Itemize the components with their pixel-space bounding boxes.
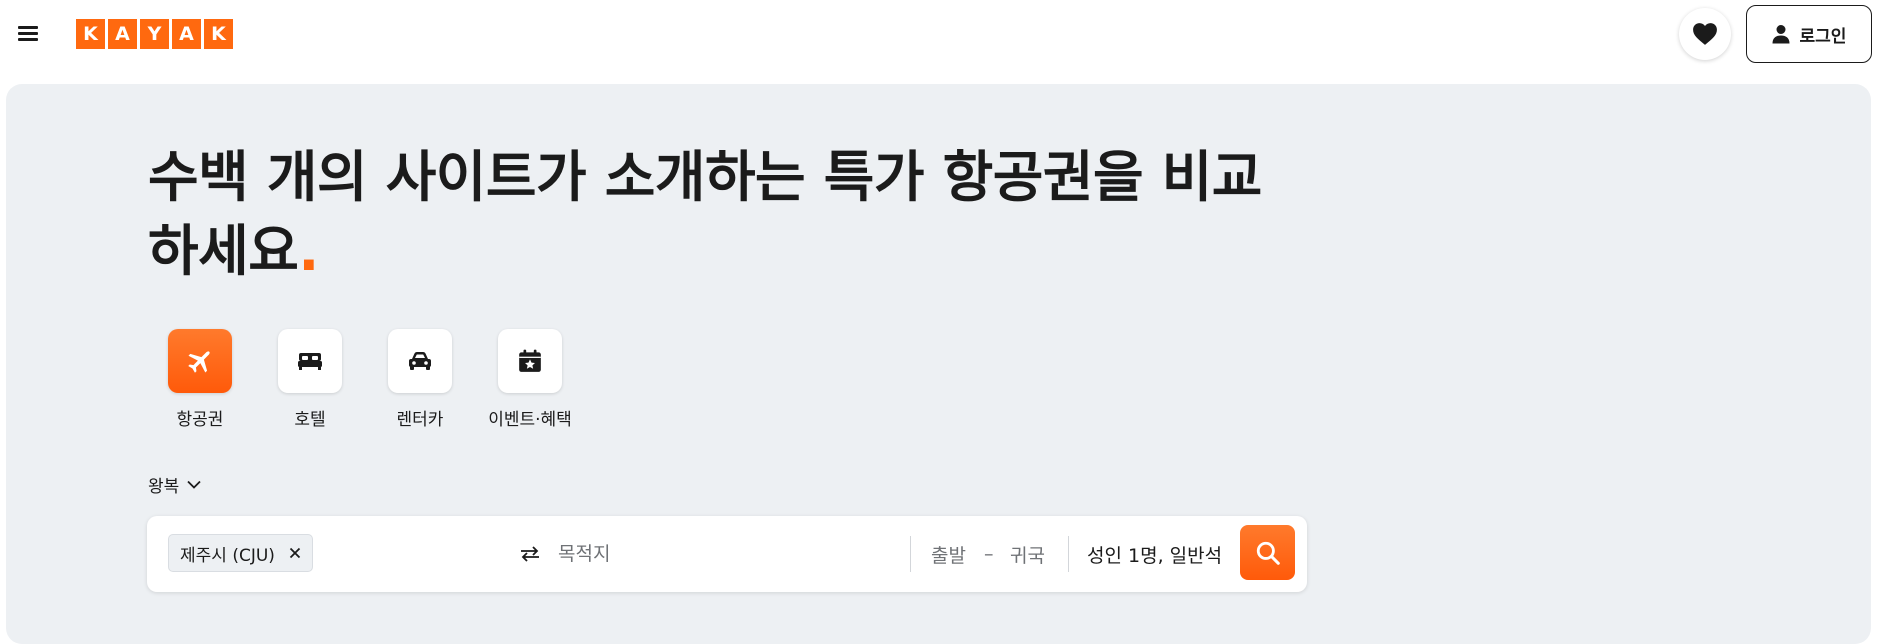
origin-label: 제주시 (CJU) xyxy=(180,545,275,566)
tab-flights[interactable]: 항공권 xyxy=(145,329,255,430)
menu-icon[interactable] xyxy=(14,22,40,44)
tab-hotels[interactable]: 호텔 xyxy=(255,329,365,430)
logo-letter: Y xyxy=(140,19,169,49)
favorites-button[interactable] xyxy=(1679,8,1731,60)
close-icon[interactable] xyxy=(289,547,301,559)
headline-line1: 수백 개의 사이트가 소개하는 특가 항공권을 비교 xyxy=(148,145,1262,209)
tab-flights-tile xyxy=(168,329,232,393)
headline-dot: . xyxy=(298,219,319,283)
logo-letter: K xyxy=(204,19,233,49)
swap-button[interactable] xyxy=(516,540,544,568)
tab-events-tile xyxy=(498,329,562,393)
person-icon xyxy=(1772,25,1790,44)
headline-line2: 하세요 xyxy=(148,219,299,283)
tab-events[interactable]: 이벤트·혜택 xyxy=(475,329,585,430)
hero-section: 수백 개의 사이트가 소개하는 특가 항공권을 비교 하세요. 항공권 호텔 렌… xyxy=(6,84,1871,644)
bed-icon xyxy=(298,353,322,370)
divider xyxy=(1068,536,1069,572)
depart-date-field[interactable]: 출발 xyxy=(931,536,966,572)
heart-icon xyxy=(1693,23,1717,45)
login-button[interactable]: 로그인 xyxy=(1746,5,1872,63)
destination-input[interactable] xyxy=(558,536,898,572)
swap-arrows-icon xyxy=(521,546,539,562)
search-button[interactable] xyxy=(1240,525,1295,580)
search-icon xyxy=(1256,541,1280,565)
trip-type-dropdown[interactable]: 왕복 xyxy=(148,472,201,497)
car-icon xyxy=(409,352,431,370)
page-title: 수백 개의 사이트가 소개하는 특가 항공권을 비교 하세요. xyxy=(148,140,1328,288)
chevron-down-icon xyxy=(187,480,201,489)
login-label: 로그인 xyxy=(1799,26,1847,47)
top-header: K A Y A K 로그인 xyxy=(0,0,1877,70)
kayak-logo[interactable]: K A Y A K xyxy=(76,19,233,49)
date-separator: – xyxy=(984,543,994,565)
passengers-label: 성인 1명, 일반석 xyxy=(1087,544,1223,567)
tab-cars-label: 렌터카 xyxy=(396,410,444,430)
calendar-star-icon xyxy=(519,349,541,372)
return-date-field[interactable]: 귀국 xyxy=(1010,536,1045,572)
depart-date-label: 출발 xyxy=(931,544,966,567)
trip-type-label: 왕복 xyxy=(148,477,180,497)
logo-letter: A xyxy=(108,19,137,49)
divider xyxy=(910,536,911,572)
flight-search-form: 제주시 (CJU) 출발 – 귀국 성인 1명, 일반석 xyxy=(147,516,1307,592)
airplane-icon xyxy=(188,351,210,373)
logo-letter: A xyxy=(172,19,201,49)
origin-chip[interactable]: 제주시 (CJU) xyxy=(168,534,313,572)
tab-events-label: 이벤트·혜택 xyxy=(488,410,572,430)
tab-hotels-label: 호텔 xyxy=(294,410,326,430)
tab-flights-label: 항공권 xyxy=(176,410,224,430)
logo-letter: K xyxy=(76,19,105,49)
tab-cars-tile xyxy=(388,329,452,393)
tab-hotels-tile xyxy=(278,329,342,393)
passengers-selector[interactable]: 성인 1명, 일반석 xyxy=(1087,536,1222,572)
return-date-label: 귀국 xyxy=(1010,544,1045,567)
tab-cars[interactable]: 렌터카 xyxy=(365,329,475,430)
